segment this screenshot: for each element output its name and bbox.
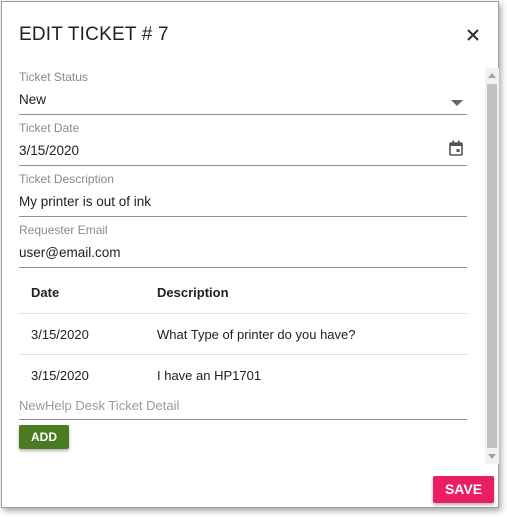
table-row: 3/15/2020 What Type of printer do you ha… [19,314,467,355]
column-header-description: Description [157,285,229,300]
add-button[interactable]: ADD [19,425,69,449]
dialog-content: Ticket Status New Ticket Date 3/15/2020 [2,64,485,464]
scrollbar-thumb[interactable] [487,84,497,448]
ticket-date-field[interactable]: Ticket Date 3/15/2020 [19,121,467,166]
new-detail-input[interactable] [19,398,467,413]
table-row: 3/15/2020 I have an HP1701 [19,355,467,395]
save-button[interactable]: SAVE [433,476,494,503]
ticket-details-table: Date Description 3/15/2020 What Type of … [19,272,467,395]
ticket-status-underline [19,114,467,115]
new-detail-field[interactable] [19,397,467,420]
ticket-description-label: Ticket Description [19,172,114,186]
close-icon[interactable] [462,24,484,46]
ticket-date-underline [19,165,467,166]
requester-email-value[interactable]: user@email.com [19,245,467,263]
table-cell-date: 3/15/2020 [31,327,89,342]
ticket-date-value: 3/15/2020 [19,143,80,158]
ticket-status-value: New [19,92,47,107]
dialog-title: EDIT TICKET # 7 [19,24,169,45]
edit-ticket-dialog: EDIT TICKET # 7 Ticket Status New Ticket… [1,1,499,508]
scrollbar[interactable] [485,68,499,464]
ticket-description-field[interactable]: Ticket Description My printer is out of … [19,172,467,217]
column-header-date: Date [31,285,60,300]
ticket-status-field[interactable]: Ticket Status New [19,70,467,115]
table-cell-description: What Type of printer do you have? [157,327,356,342]
ticket-description-underline [19,216,467,217]
dropdown-arrow-icon[interactable] [451,93,463,111]
scroll-up-arrow-icon[interactable] [488,73,496,78]
requester-email-underline [19,267,467,268]
ticket-date-label: Ticket Date [19,121,80,135]
requester-email-label: Requester Email [19,223,108,237]
table-header-row: Date Description [19,272,467,314]
table-cell-date: 3/15/2020 [31,368,89,383]
scroll-down-arrow-icon[interactable] [488,454,496,459]
ticket-status-label: Ticket Status [19,70,88,84]
ticket-description-value[interactable]: My printer is out of ink [19,194,467,212]
new-detail-underline [19,419,467,420]
requester-email-field[interactable]: Requester Email user@email.com [19,223,467,268]
calendar-icon[interactable] [449,140,463,161]
table-cell-description: I have an HP1701 [157,368,262,383]
